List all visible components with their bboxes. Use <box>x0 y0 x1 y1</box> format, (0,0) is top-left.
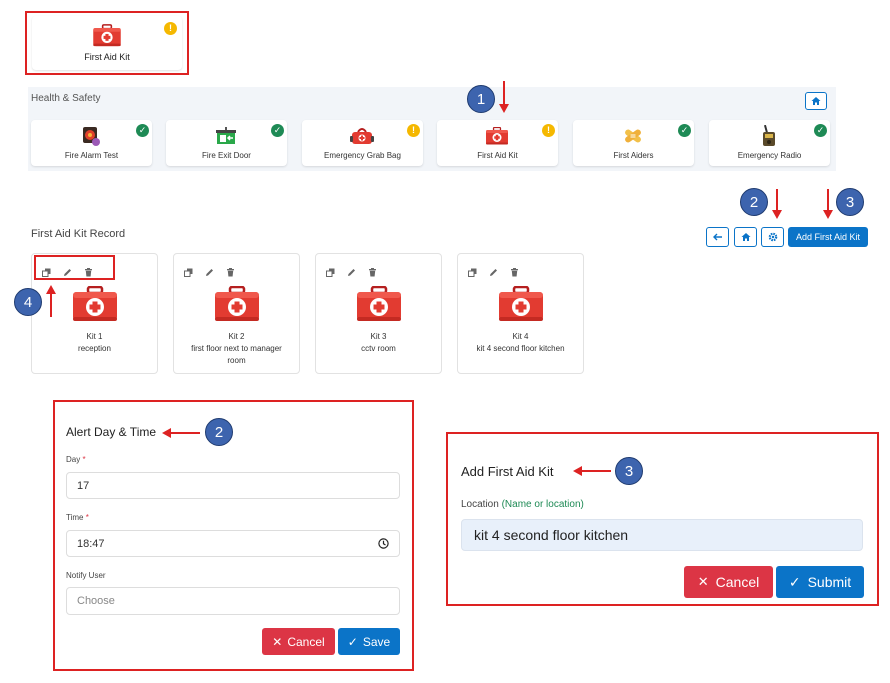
settings-button[interactable] <box>761 227 784 247</box>
first-aid-kit-icon <box>71 286 119 322</box>
kit-location: cctv room <box>361 344 396 353</box>
annotation-2: 2 <box>740 188 768 216</box>
annotation-1: 1 <box>467 85 495 113</box>
alert-cancel-button[interactable]: ✕ Cancel <box>262 628 335 655</box>
hs-item-label: Fire Alarm Test <box>64 151 119 160</box>
home-icon <box>741 233 750 241</box>
day-field[interactable]: 17 <box>66 472 400 499</box>
hs-item-label: First Aiders <box>613 151 654 160</box>
first-aid-kit-card[interactable]: ! First Aid Kit <box>32 16 182 70</box>
annotation-3: 3 <box>836 188 864 216</box>
fire-exit-icon <box>216 127 236 144</box>
hs-item-label: First Aid Kit <box>477 151 518 160</box>
radio-icon <box>763 125 775 146</box>
hs-item-fire-exit-door[interactable]: ✓ Fire Exit Door <box>166 120 287 166</box>
hs-item-label: Emergency Grab Bag <box>324 151 401 160</box>
location-hint: (Name or location) <box>501 499 584 510</box>
check-icon: ✓ <box>788 573 801 590</box>
delete-icon[interactable] <box>368 264 377 282</box>
warning-badge: ! <box>542 124 555 137</box>
annotation-arrow-left <box>162 428 200 438</box>
hs-item-first-aiders[interactable]: ✓ First Aiders <box>573 120 694 166</box>
hs-item-fire-alarm-test[interactable]: ✓ Fire Alarm Test <box>31 120 152 166</box>
duplicate-icon[interactable] <box>184 264 193 282</box>
close-icon: ✕ <box>272 634 283 649</box>
home-icon <box>811 97 821 105</box>
kit-name: Kit 2 <box>228 332 245 341</box>
kit-card[interactable]: Kit 4 kit 4 second floor kitchen <box>457 253 584 374</box>
fire-alarm-icon <box>83 127 100 146</box>
warning-badge: ! <box>407 124 420 137</box>
annotation-2: 2 <box>205 418 233 446</box>
close-icon: ✕ <box>697 574 709 589</box>
health-safety-panel: Health & Safety ✓ Fire Alarm Test ✓ Fire… <box>28 87 836 171</box>
delete-icon[interactable] <box>510 264 519 282</box>
ok-badge: ✓ <box>678 124 691 137</box>
home-button[interactable] <box>734 227 757 247</box>
clock-icon[interactable] <box>378 538 389 549</box>
first-aid-kit-icon <box>497 286 545 322</box>
highlight-kit-tools <box>34 255 115 280</box>
first-aid-kit-icon <box>355 286 403 322</box>
add-form-title: Add First Aid Kit <box>461 464 554 479</box>
add-cancel-button[interactable]: ✕ Cancel <box>684 566 773 598</box>
hs-item-emergency-grab-bag[interactable]: ! Emergency Grab Bag <box>302 120 423 166</box>
annotation-arrow-down <box>772 189 782 219</box>
annotation-arrow-left <box>573 466 611 476</box>
ok-badge: ✓ <box>814 124 827 137</box>
edit-icon[interactable] <box>347 264 356 282</box>
first-aid-icon <box>485 127 509 145</box>
health-safety-title: Health & Safety <box>31 93 101 104</box>
first-aid-kit-card-label: First Aid Kit <box>84 52 130 62</box>
add-submit-button[interactable]: ✓ Submit <box>776 566 864 598</box>
alert-save-button[interactable]: ✓ Save <box>338 628 400 655</box>
check-icon: ✓ <box>347 634 358 649</box>
ok-badge: ✓ <box>136 124 149 137</box>
location-input[interactable]: kit 4 second floor kitchen <box>461 519 863 551</box>
bandage-icon <box>625 129 641 143</box>
hs-item-emergency-radio[interactable]: ✓ Emergency Radio <box>709 120 830 166</box>
kit-name: Kit 3 <box>370 332 387 341</box>
day-label: Day * <box>66 455 86 464</box>
kit-name: Kit 1 <box>86 332 103 341</box>
health-safety-home-button[interactable] <box>805 92 827 110</box>
kit-name: Kit 4 <box>512 332 529 341</box>
kit-card[interactable]: Kit 2 first floor next to manager room <box>173 253 300 374</box>
add-first-aid-kit-button[interactable]: Add First Aid Kit <box>788 227 868 247</box>
annotation-3: 3 <box>615 457 643 485</box>
delete-icon[interactable] <box>226 264 235 282</box>
duplicate-icon[interactable] <box>468 264 477 282</box>
kit-location: first floor next to manager room <box>191 344 282 365</box>
notify-user-select[interactable]: Choose <box>66 587 400 615</box>
time-value: 18:47 <box>77 537 105 550</box>
hs-item-first-aid-kit[interactable]: ! First Aid Kit <box>437 120 558 166</box>
warning-badge: ! <box>164 22 177 35</box>
first-aid-kit-icon <box>213 286 261 322</box>
kit-location: kit 4 second floor kitchen <box>476 344 565 353</box>
location-label: Location (Name or location) <box>461 499 584 510</box>
notify-user-label: Notify User <box>66 571 106 580</box>
alert-form-title: Alert Day & Time <box>66 425 157 439</box>
hs-item-label: Fire Exit Door <box>202 151 251 160</box>
annotation-arrow-up <box>46 285 56 317</box>
grab-bag-icon <box>350 128 374 144</box>
ok-badge: ✓ <box>271 124 284 137</box>
edit-icon[interactable] <box>489 264 498 282</box>
kit-location: reception <box>78 344 111 353</box>
annotation-arrow-down <box>499 81 509 113</box>
annotation-arrow-down <box>823 189 833 219</box>
arrow-left-icon <box>712 233 722 241</box>
time-field[interactable]: 18:47 <box>66 530 400 557</box>
first-aid-kit-icon <box>92 24 122 47</box>
time-label: Time * <box>66 513 89 522</box>
back-button[interactable] <box>706 227 729 247</box>
duplicate-icon[interactable] <box>326 264 335 282</box>
edit-icon[interactable] <box>205 264 214 282</box>
gear-icon <box>768 232 777 242</box>
record-title: First Aid Kit Record <box>31 228 126 240</box>
annotation-4: 4 <box>14 288 42 316</box>
kit-card[interactable]: Kit 3 cctv room <box>315 253 442 374</box>
hs-item-label: Emergency Radio <box>737 151 802 160</box>
